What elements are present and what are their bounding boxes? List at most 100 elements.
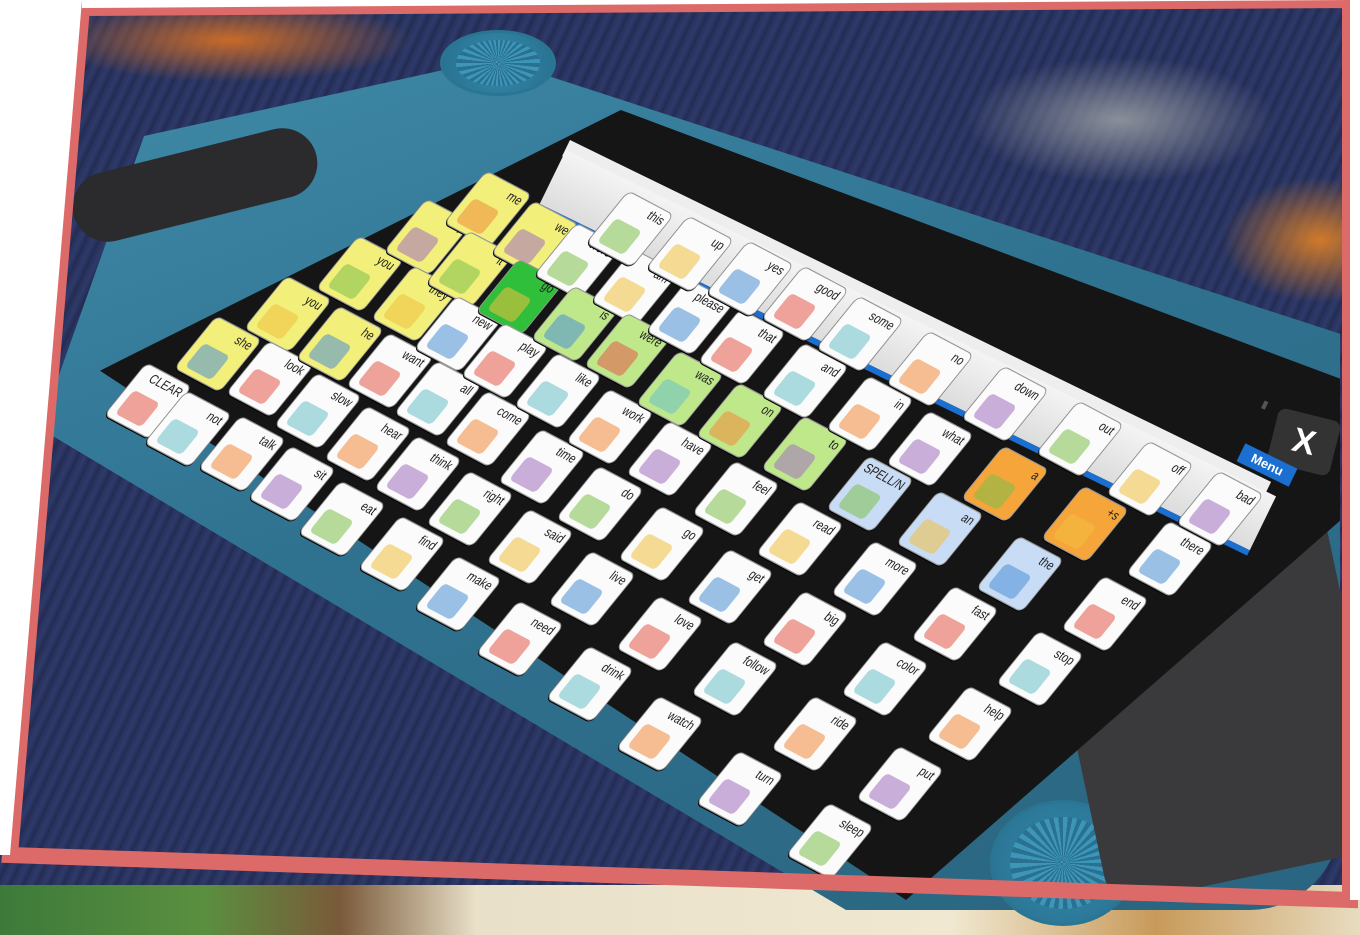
word-tile-label: what bbox=[938, 425, 969, 449]
symbol-picture-icon bbox=[356, 359, 403, 398]
word-tile-get[interactable]: get bbox=[685, 548, 775, 626]
word-tile-label: this bbox=[643, 207, 669, 229]
word-tile-live[interactable]: live bbox=[547, 550, 637, 628]
symbol-picture-icon bbox=[626, 622, 673, 661]
word-tile-label: end bbox=[1117, 592, 1144, 614]
symbol-picture-icon bbox=[508, 455, 555, 494]
word-tile-put[interactable]: put bbox=[855, 745, 945, 823]
symbol-picture-icon bbox=[771, 369, 818, 408]
symbol-picture-icon bbox=[771, 442, 818, 481]
word-tile-label: down bbox=[1011, 378, 1044, 404]
symbol-picture-icon bbox=[596, 217, 643, 256]
symbol-picture-icon bbox=[701, 667, 748, 706]
word-tile-label: +s bbox=[1103, 505, 1124, 524]
symbol-picture-icon bbox=[1186, 497, 1233, 536]
word-tile-label: bad bbox=[1232, 487, 1259, 509]
symbol-picture-icon bbox=[921, 612, 968, 651]
word-tile-label: no bbox=[947, 349, 969, 369]
symbol-picture-icon bbox=[184, 342, 231, 381]
symbol-picture-icon bbox=[436, 257, 483, 296]
symbol-picture-icon bbox=[486, 627, 533, 666]
symbol-picture-icon bbox=[796, 829, 843, 868]
word-tile-label: like bbox=[572, 370, 597, 391]
word-tile-drink[interactable]: drink bbox=[545, 645, 635, 723]
word-tile-label: stop bbox=[1050, 646, 1079, 669]
symbol-picture-icon bbox=[826, 322, 873, 361]
word-tile-ride[interactable]: ride bbox=[770, 695, 860, 773]
symbol-picture-icon bbox=[1006, 657, 1053, 696]
word-tile-read[interactable]: read bbox=[755, 500, 845, 578]
symbol-picture-icon bbox=[1136, 547, 1183, 586]
symbol-picture-icon bbox=[656, 305, 703, 344]
symbol-picture-icon bbox=[381, 292, 428, 331]
symbol-picture-icon bbox=[771, 617, 818, 656]
symbol-picture-icon bbox=[706, 777, 753, 816]
word-grid: CLEARsheyouyouImenotlookhetheyitwetalksl… bbox=[0, 0, 1360, 935]
word-tile-label: color bbox=[893, 654, 924, 679]
word-tile-label: she bbox=[231, 332, 257, 354]
word-tile-out[interactable]: out bbox=[1035, 400, 1125, 478]
symbol-picture-icon bbox=[716, 267, 763, 306]
word-tile-label: need bbox=[527, 614, 559, 639]
symbol-picture-icon bbox=[258, 472, 305, 511]
symbol-picture-icon bbox=[566, 492, 613, 531]
symbol-picture-icon bbox=[836, 402, 883, 441]
word-tile-end[interactable]: end bbox=[1060, 575, 1150, 653]
word-tile-label: out bbox=[1095, 418, 1119, 439]
symbol-picture-icon bbox=[1051, 512, 1098, 551]
word-tile-help[interactable]: help bbox=[925, 685, 1015, 763]
symbol-picture-icon bbox=[771, 292, 818, 331]
word-tile-label: me bbox=[503, 188, 527, 209]
symbol-picture-icon bbox=[308, 507, 355, 546]
word-tile-stop[interactable]: stop bbox=[995, 630, 1085, 708]
symbol-picture-icon bbox=[696, 575, 743, 614]
word-tile-need[interactable]: need bbox=[475, 600, 565, 678]
word-tile-label: get bbox=[745, 566, 769, 587]
word-tile-label: make bbox=[463, 568, 497, 594]
word-tile-label: an bbox=[957, 509, 979, 529]
word-tile-color[interactable]: color bbox=[840, 640, 930, 718]
word-tile-label: the bbox=[1035, 553, 1059, 574]
word-tile-label: follow bbox=[739, 652, 774, 679]
symbol-picture-icon bbox=[284, 399, 331, 438]
word-tile-label: watch bbox=[664, 707, 699, 734]
symbol-picture-icon bbox=[866, 772, 913, 811]
word-tile-sleep[interactable]: sleep bbox=[785, 802, 875, 880]
symbol-picture-icon bbox=[544, 249, 591, 288]
word-tile-make[interactable]: make bbox=[413, 555, 503, 633]
word-tile-label: more bbox=[882, 554, 914, 579]
symbol-picture-icon bbox=[636, 447, 683, 486]
symbol-picture-icon bbox=[971, 472, 1018, 511]
word-tile-label: fast bbox=[968, 602, 994, 624]
symbol-picture-icon bbox=[436, 497, 483, 536]
word-tile-label: that bbox=[754, 325, 781, 347]
word-tile-the[interactable]: the bbox=[975, 535, 1065, 613]
word-tile-more[interactable]: more bbox=[830, 540, 920, 618]
symbol-picture-icon bbox=[471, 349, 518, 388]
symbol-picture-icon bbox=[896, 437, 943, 476]
word-tile-label: feel bbox=[749, 477, 775, 499]
symbol-picture-icon bbox=[368, 542, 415, 581]
word-tile-label: eat bbox=[357, 498, 381, 519]
word-tile-watch[interactable]: watch bbox=[615, 695, 705, 773]
word-tile-fast[interactable]: fast bbox=[910, 585, 1000, 663]
word-tile-label: think bbox=[426, 450, 457, 474]
symbol-picture-icon bbox=[646, 377, 693, 416]
word-tile-label: time bbox=[552, 444, 581, 467]
word-tile-label: sit bbox=[310, 465, 331, 484]
word-tile-label: ride bbox=[827, 712, 854, 734]
word-tile-label: put bbox=[915, 763, 939, 784]
word-tile-label: slow bbox=[327, 387, 357, 411]
word-tile-label: up bbox=[707, 234, 729, 254]
word-tile-follow[interactable]: follow bbox=[690, 640, 780, 718]
symbol-picture-icon bbox=[594, 339, 641, 378]
word-tile-label: find bbox=[415, 532, 441, 554]
symbol-picture-icon bbox=[208, 442, 255, 481]
symbol-picture-icon bbox=[558, 577, 605, 616]
word-tile-down[interactable]: down bbox=[960, 365, 1050, 443]
symbol-picture-icon bbox=[781, 722, 828, 761]
symbol-picture-icon bbox=[384, 462, 431, 501]
word-tile-big[interactable]: big bbox=[760, 590, 850, 668]
word-tile-turn[interactable]: turn bbox=[695, 750, 785, 828]
word-tile-love[interactable]: love bbox=[615, 595, 705, 673]
